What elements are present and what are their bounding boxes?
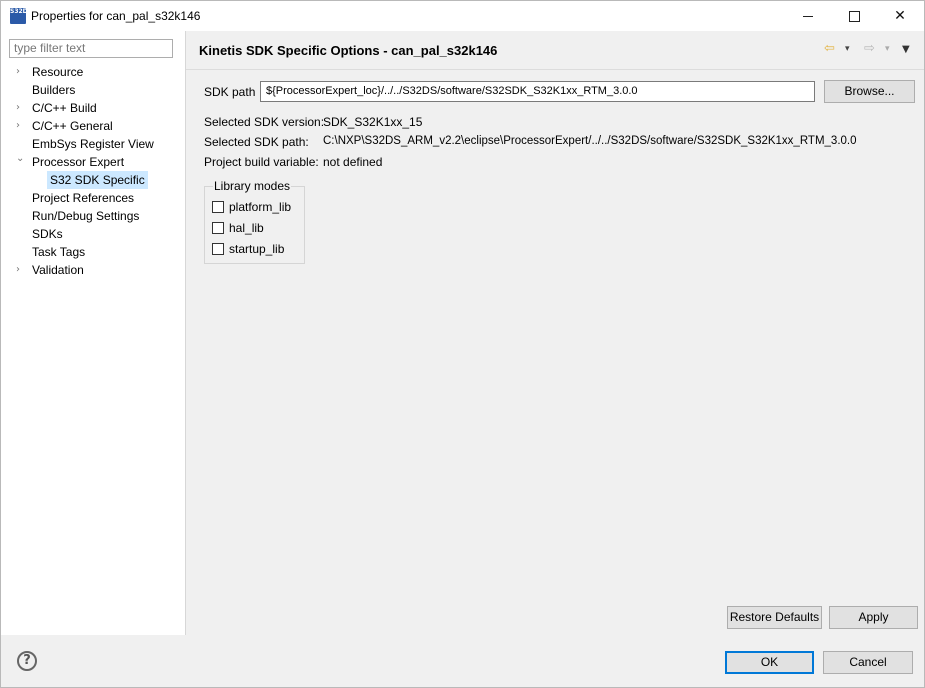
sdk-path-label: SDK path — [204, 85, 256, 99]
chevron-right-icon[interactable]: › — [16, 117, 26, 135]
selected-sdk-version-label: Selected SDK version: — [204, 115, 325, 129]
sdk-path-input[interactable]: ${ProcessorExpert_loc}/../../S32DS/softw… — [260, 81, 815, 102]
browse-button[interactable]: Browse... — [824, 80, 915, 103]
sidebar-item-label: SDKs — [32, 227, 63, 241]
project-build-variable-value: not defined — [323, 155, 383, 169]
sidebar-item-validation[interactable]: › Validation — [1, 261, 185, 279]
s32ds-app-icon: S32DS — [10, 8, 32, 24]
title-bar: S32DS Properties for can_pal_s32k146 ✕ — [1, 1, 924, 31]
properties-dialog: S32DS Properties for can_pal_s32k146 ✕ t… — [0, 0, 925, 688]
back-history-dropdown-icon[interactable]: ▾ — [845, 44, 850, 60]
sidebar-item-cpp-general[interactable]: › C/C++ General — [1, 117, 185, 135]
apply-button[interactable]: Apply — [829, 606, 918, 629]
selected-sdk-version-value: SDK_S32K1xx_15 — [323, 115, 423, 129]
sidebar-item-label: Builders — [32, 83, 76, 97]
dialog-footer: ? OK Cancel — [1, 635, 924, 687]
forward-arrow-icon[interactable]: ⇨ — [864, 41, 875, 57]
forward-history-dropdown-icon[interactable]: ▾ — [885, 44, 890, 60]
platform-lib-label[interactable]: platform_lib — [229, 200, 291, 214]
sidebar-item-cpp-build[interactable]: › C/C++ Build — [1, 99, 185, 117]
sidebar-item-label: Validation — [32, 263, 84, 277]
page-header: Kinetis SDK Specific Options - can_pal_s… — [186, 31, 924, 70]
library-modes-title: Library modes — [213, 179, 292, 193]
sidebar-item-resource[interactable]: › Resource — [1, 63, 185, 81]
page-title: Kinetis SDK Specific Options - can_pal_s… — [199, 43, 498, 58]
cancel-button[interactable]: Cancel — [823, 651, 913, 674]
library-modes-group: Library modes platform_lib hal_lib start… — [204, 179, 305, 264]
close-button[interactable]: ✕ — [877, 1, 923, 31]
sidebar-item-project-references[interactable]: Project References — [1, 189, 185, 207]
back-arrow-icon[interactable]: ⇦ — [824, 41, 835, 57]
hal-lib-checkbox[interactable] — [212, 222, 224, 234]
sidebar-item-sdks[interactable]: SDKs — [1, 225, 185, 243]
sidebar-item-label: Run/Debug Settings — [32, 209, 140, 223]
sidebar-item-run-debug-settings[interactable]: Run/Debug Settings — [1, 207, 185, 225]
close-icon: ✕ — [894, 8, 906, 24]
sidebar-item-s32-sdk-specific[interactable]: S32 SDK Specific — [1, 171, 185, 189]
maximize-icon — [848, 10, 860, 22]
minimize-icon — [803, 15, 813, 17]
sidebar-item-label: Processor Expert — [32, 155, 125, 169]
sidebar-item-label: C/C++ General — [32, 119, 113, 133]
startup-lib-checkbox[interactable] — [212, 243, 224, 255]
selected-sdk-path-label: Selected SDK path: — [204, 135, 309, 149]
project-build-variable-label: Project build variable: — [204, 155, 319, 169]
sidebar-item-label: EmbSys Register View — [32, 137, 154, 151]
view-menu-icon[interactable]: ▼ — [902, 44, 910, 60]
hal-lib-label[interactable]: hal_lib — [229, 221, 264, 235]
minimize-button[interactable] — [785, 1, 831, 31]
properties-page: Kinetis SDK Specific Options - can_pal_s… — [186, 31, 924, 635]
chevron-right-icon[interactable]: › — [16, 99, 26, 117]
selected-sdk-path-value: C:\NXP\S32DS_ARM_v2.2\eclipse\ProcessorE… — [323, 135, 857, 147]
chevron-right-icon[interactable]: › — [16, 63, 26, 81]
chevron-down-icon[interactable]: ⌄ — [16, 150, 26, 168]
sidebar-item-embsys-register-view[interactable]: EmbSys Register View — [1, 135, 185, 153]
help-icon[interactable]: ? — [17, 651, 37, 671]
platform-lib-checkbox[interactable] — [212, 201, 224, 213]
sidebar-item-builders[interactable]: Builders — [1, 81, 185, 99]
sidebar-item-label: Task Tags — [32, 245, 86, 259]
maximize-button[interactable] — [831, 1, 877, 31]
filter-input[interactable]: type filter text — [9, 39, 173, 58]
sidebar-item-label: S32 SDK Specific — [47, 171, 148, 189]
sidebar-item-label: Project References — [32, 191, 135, 205]
sidebar-item-label: Resource — [32, 65, 84, 79]
chevron-right-icon[interactable]: › — [16, 261, 26, 279]
sidebar-item-task-tags[interactable]: Task Tags — [1, 243, 185, 261]
sidebar: type filter text › Resource Builders › C… — [1, 31, 186, 635]
ok-button[interactable]: OK — [725, 651, 814, 674]
sidebar-item-label: C/C++ Build — [32, 101, 97, 115]
restore-defaults-button[interactable]: Restore Defaults — [727, 606, 822, 629]
window-title: Properties for can_pal_s32k146 — [31, 9, 201, 23]
startup-lib-label[interactable]: startup_lib — [229, 242, 284, 256]
sidebar-item-processor-expert[interactable]: ⌄ Processor Expert — [1, 153, 185, 171]
